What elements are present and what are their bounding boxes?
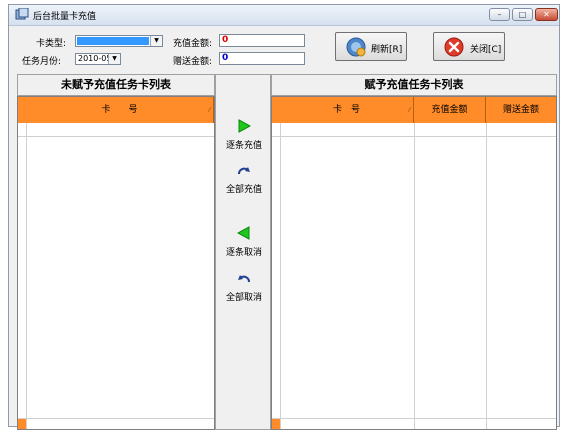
redo-icon (238, 167, 250, 175)
right-panel-title: 赋予充值任务卡列表 (271, 74, 557, 96)
unassigned-cards-grid[interactable]: 卡 号 ⁄ (17, 96, 215, 430)
cancel-one-action[interactable]: 逐条取消 (216, 226, 272, 258)
card-type-label: 卡类型: (36, 39, 67, 49)
row-header-footer (18, 419, 26, 429)
grid-col-line (486, 123, 487, 429)
arrow-left-icon (236, 226, 250, 240)
left-panel-title: 未赋予充值任务卡列表 (17, 74, 215, 96)
column-label: 充值金额 (431, 105, 468, 115)
assign-all-action[interactable]: 全部充值 (216, 165, 272, 195)
column-label: 赠送金额 (502, 105, 539, 115)
column-gift-amount[interactable]: 赠送金额 (486, 97, 556, 123)
refresh-button[interactable]: 刷新[R] (335, 32, 407, 61)
grid-col-line (414, 123, 415, 429)
card-type-selected (77, 37, 149, 45)
grid-row-line (18, 136, 214, 137)
close-icon (444, 37, 464, 57)
sort-icon[interactable]: ⁄ (409, 97, 410, 123)
refresh-icon (346, 37, 366, 57)
refresh-label: 刷新[R] (371, 45, 403, 55)
cancel-all-action[interactable]: 全部取消 (216, 273, 272, 303)
assigned-cards-grid[interactable]: 卡 号 ⁄ 充值金额 赠送金额 (271, 96, 557, 430)
amount-label: 充值金额: (173, 39, 213, 49)
amount-input[interactable]: 0 (219, 34, 305, 47)
grid-col-line (280, 123, 281, 429)
app-icon (15, 8, 29, 20)
close-button[interactable]: 关闭[C] (433, 32, 505, 61)
column-label: 卡 号 (101, 105, 138, 115)
cancel-one-label: 逐条取消 (225, 248, 262, 258)
assign-one-label: 逐条充值 (225, 141, 262, 151)
row-header-corner (18, 97, 26, 123)
gift-input[interactable]: 0 (219, 52, 305, 65)
assign-one-action[interactable]: 逐条充值 (216, 119, 272, 151)
gift-label: 赠送金额: (173, 57, 213, 67)
sort-icon[interactable]: ⁄ (209, 97, 210, 123)
grid-footer-line (18, 418, 214, 419)
assign-all-label: 全部充值 (225, 185, 262, 195)
column-card-number[interactable]: 卡 号 ⁄ (26, 97, 214, 123)
column-recharge-amount[interactable]: 充值金额 (414, 97, 486, 123)
card-type-select[interactable]: ▼ (75, 35, 163, 47)
row-header-footer (272, 419, 280, 429)
column-label: 卡 号 (332, 105, 360, 115)
maximize-button[interactable]: □ (512, 8, 533, 21)
row-header-corner (272, 97, 280, 123)
cancel-all-label: 全部取消 (225, 293, 262, 303)
grid-col-line (26, 123, 27, 429)
grid-footer-line (272, 418, 556, 419)
undo-icon (238, 275, 250, 283)
close-label: 关闭[C] (470, 45, 502, 55)
main-window: 后台批量卡充值 – □ ✕ 卡类型: ▼ 任务月份: 2010-05 ▼ 充值金… (8, 4, 560, 430)
chevron-down-icon[interactable]: ▼ (150, 36, 162, 46)
month-label: 任务月份: (22, 57, 62, 67)
month-select[interactable]: 2010-05 ▼ (75, 53, 121, 65)
month-value: 2010-05 (78, 54, 112, 63)
title-bar: 后台批量卡充值 – □ ✕ (9, 5, 559, 26)
arrow-right-icon (238, 119, 252, 133)
window-title: 后台批量卡充值 (33, 12, 97, 22)
chevron-down-icon[interactable]: ▼ (108, 54, 120, 64)
close-window-button[interactable]: ✕ (535, 8, 558, 21)
column-card-number[interactable]: 卡 号 ⁄ (280, 97, 414, 123)
minimize-button[interactable]: – (489, 8, 510, 21)
action-panel: 逐条充值 全部充值 逐条取消 全部取消 (215, 74, 271, 430)
